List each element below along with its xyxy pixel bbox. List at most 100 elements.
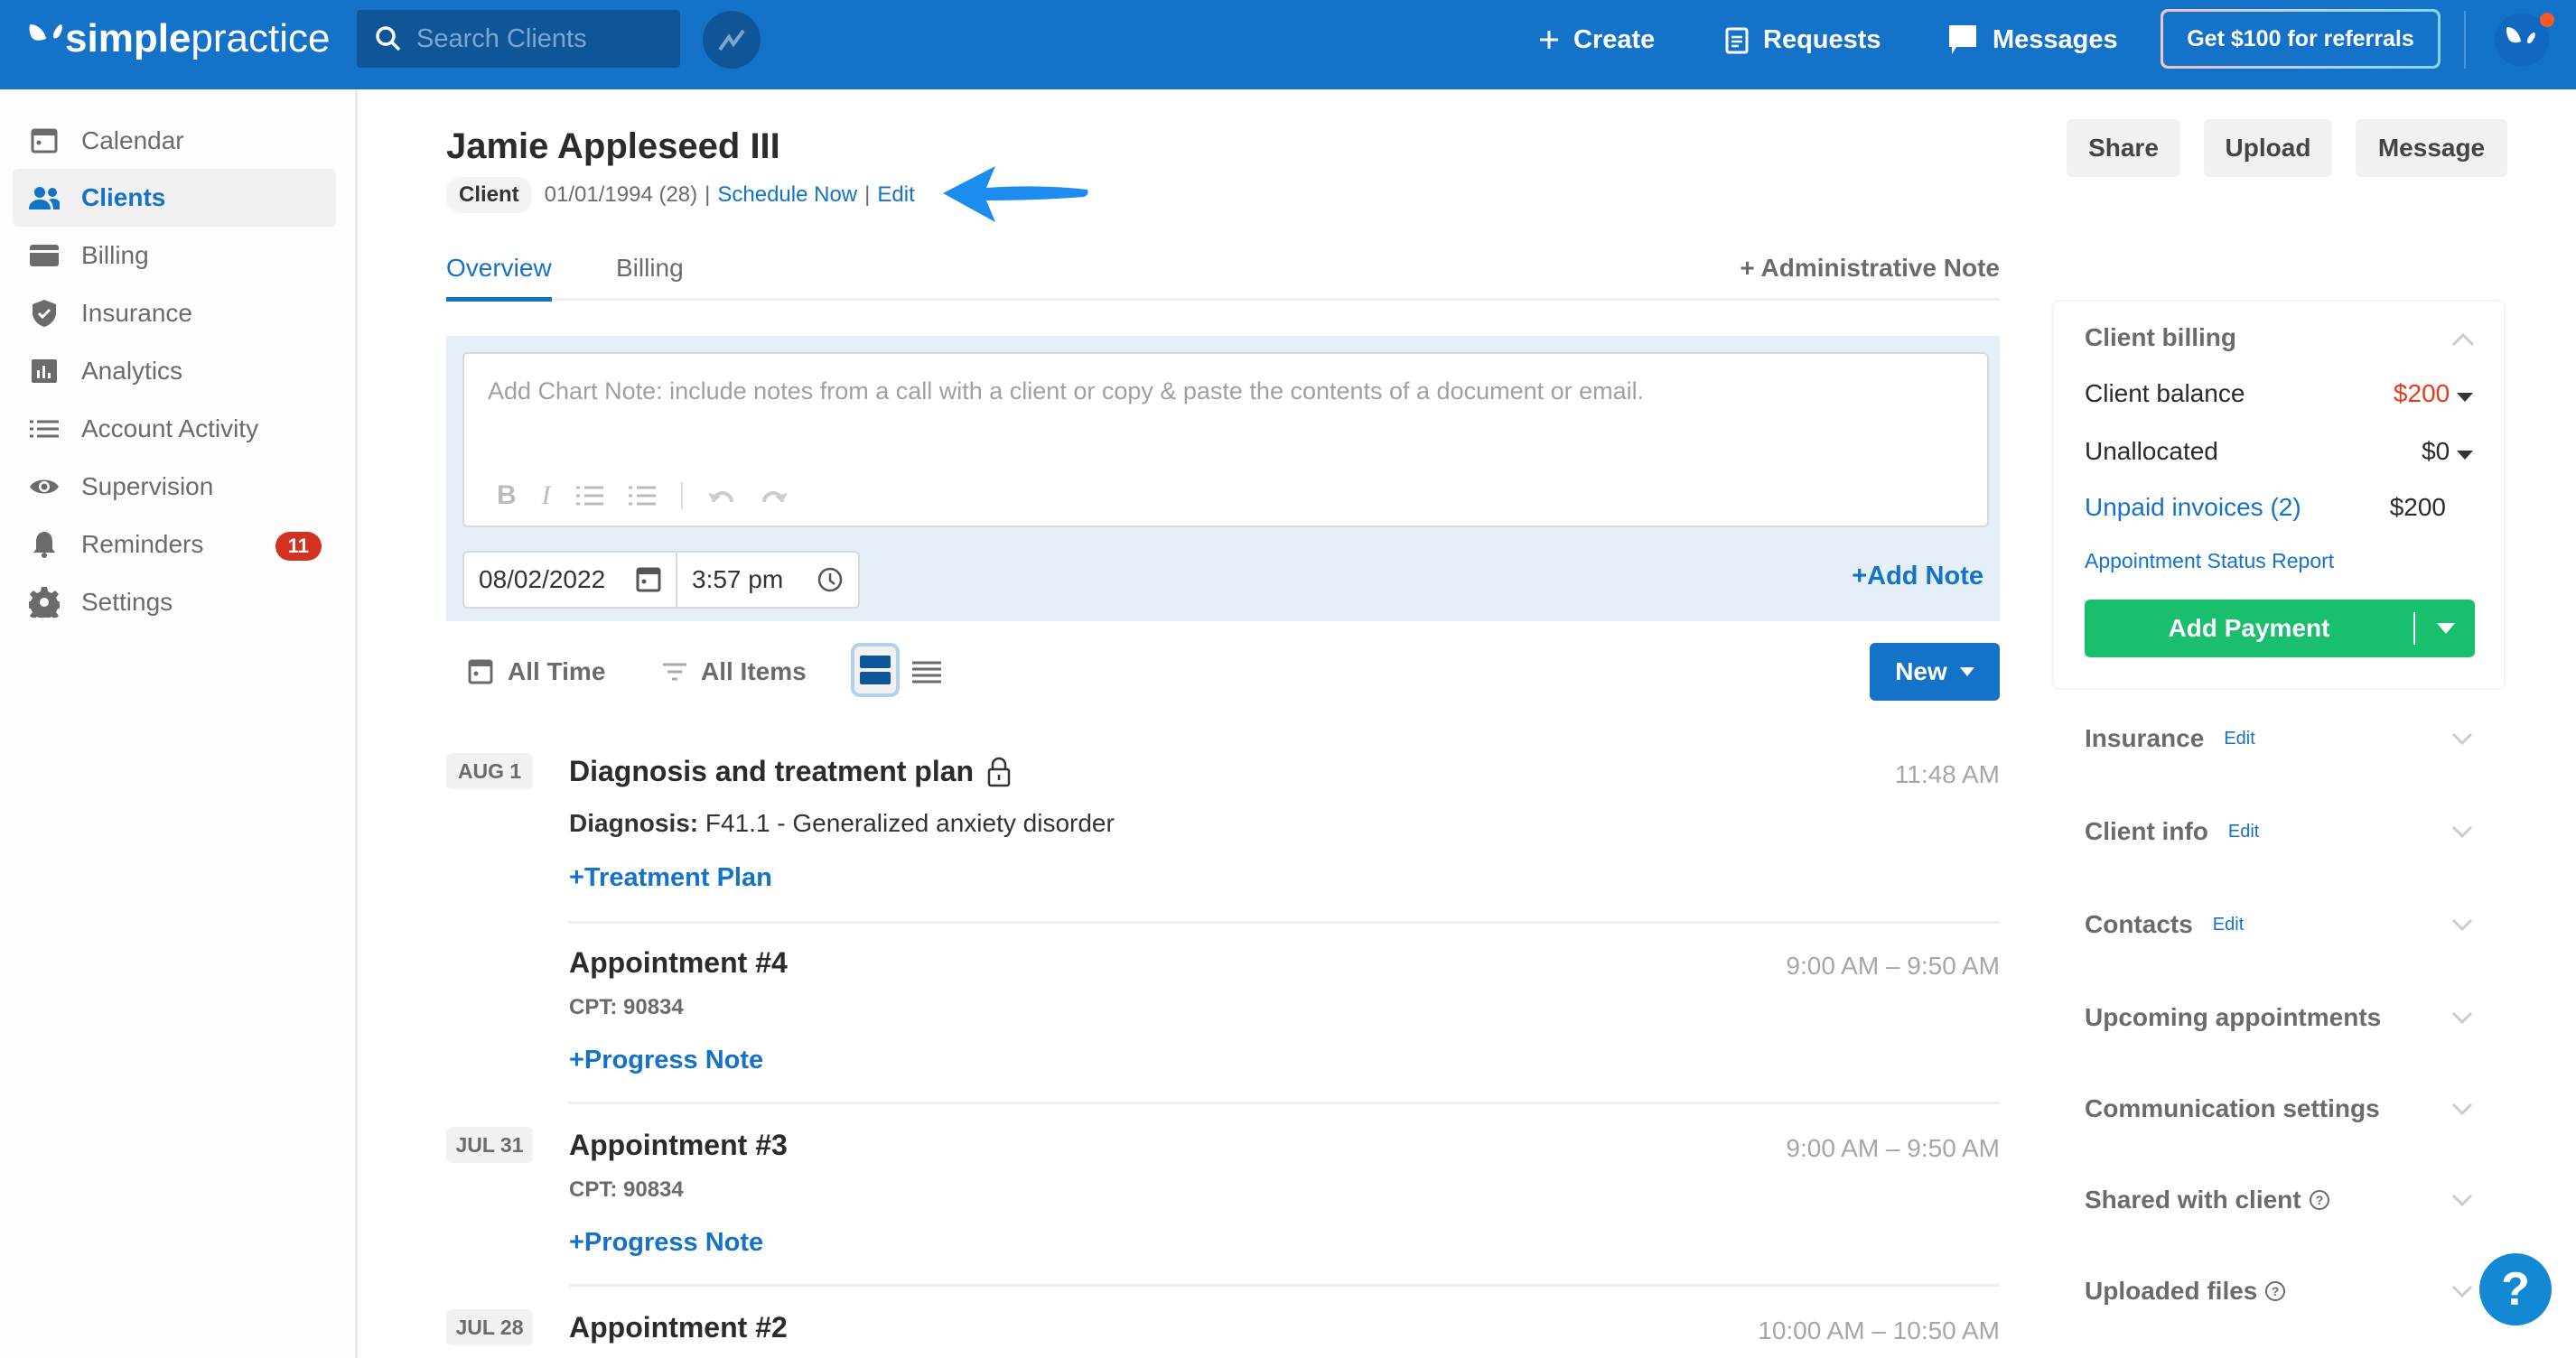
caret-down-icon[interactable] <box>2437 623 2455 634</box>
card-view-toggle[interactable] <box>851 643 900 697</box>
tab-overview[interactable]: Overview <box>446 254 552 302</box>
client-dob-age: 01/01/1994 (28) <box>544 182 698 207</box>
add-payment-button[interactable]: Add Payment <box>2085 600 2475 657</box>
item-title[interactable]: Appointment #3 <box>569 1129 788 1162</box>
sidebar-item-reminders[interactable]: Reminders 11 <box>13 516 336 573</box>
sidebar-item-label: Billing <box>81 241 149 269</box>
undo-icon[interactable] <box>707 486 735 506</box>
upcoming-appointments-section[interactable]: Upcoming appointments <box>2085 1003 2473 1032</box>
item-time: 9:00 AM – 9:50 AM <box>1786 1134 2000 1162</box>
item-cpt: CPT: 90834 <box>569 1177 684 1202</box>
note-datetime-group: 08/02/2022 3:57 pm <box>462 551 860 609</box>
chevron-down-icon[interactable] <box>2451 1285 2473 1298</box>
uploaded-files-section[interactable]: Uploaded files? <box>2085 1277 2473 1306</box>
upload-button[interactable]: Upload <box>2204 119 2332 177</box>
add-administrative-note-button[interactable]: + Administrative Note <box>1740 254 2000 283</box>
communication-settings-section[interactable]: Communication settings <box>2085 1094 2473 1123</box>
sidebar-item-label: Clients <box>81 183 166 211</box>
sidebar-item-settings[interactable]: Settings <box>13 573 336 631</box>
time-filter-dropdown[interactable]: All Time <box>468 657 605 686</box>
redo-icon[interactable] <box>761 486 788 506</box>
chevron-down-icon[interactable] <box>2451 1102 2473 1115</box>
messages-button[interactable]: Messages <box>1947 0 2118 79</box>
plus-icon <box>1540 31 1558 49</box>
divider <box>569 1102 2000 1104</box>
unallocated-dropdown[interactable]: $0 <box>2422 437 2473 466</box>
bullet-list-icon[interactable] <box>575 485 603 507</box>
search-clients-input[interactable]: Search Clients <box>357 10 680 68</box>
add-progress-note-link[interactable]: +Progress Note <box>569 1046 763 1075</box>
create-label: Create <box>1573 24 1656 54</box>
toolbar-divider <box>680 482 683 509</box>
bold-button[interactable]: B <box>497 480 517 511</box>
sidebar-item-supervision[interactable]: Supervision <box>13 458 336 516</box>
edit-insurance-link[interactable]: Edit <box>2224 729 2254 749</box>
add-treatment-plan-link[interactable]: +Treatment Plan <box>569 863 772 893</box>
chevron-down-icon[interactable] <box>2451 1194 2473 1206</box>
schedule-now-link[interactable]: Schedule Now <box>717 182 857 208</box>
split-divider <box>2413 612 2415 645</box>
create-button[interactable]: Create <box>1539 0 1655 79</box>
new-item-button[interactable]: New <box>1870 643 2000 701</box>
client-info-section[interactable]: Client info Edit <box>2085 817 2473 846</box>
clipboard-icon <box>1725 27 1749 54</box>
edit-client-info-link[interactable]: Edit <box>2228 822 2259 842</box>
card-view-icon <box>860 672 891 684</box>
new-button-label: New <box>1895 657 1947 685</box>
share-button[interactable]: Share <box>2067 119 2180 177</box>
appointment-status-report-link[interactable]: Appointment Status Report <box>2085 549 2473 573</box>
client-tabs: Overview Billing + Administrative Note <box>446 248 2000 302</box>
trend-button[interactable] <box>703 11 761 69</box>
logo-text-bold: simple <box>65 16 191 60</box>
sidebar-item-clients[interactable]: Clients <box>13 169 336 227</box>
sidebar-item-account-activity[interactable]: Account Activity <box>13 400 336 458</box>
shared-with-client-section[interactable]: Shared with client? <box>2085 1186 2473 1214</box>
chevron-down-icon[interactable] <box>2451 918 2473 931</box>
numbered-list-icon[interactable] <box>628 485 656 507</box>
add-note-button[interactable]: +Add Note <box>1852 562 1983 591</box>
contacts-section[interactable]: Contacts Edit <box>2085 910 2473 939</box>
item-title[interactable]: Appointment #4 <box>569 946 788 980</box>
help-circle-icon[interactable]: ? <box>2309 1189 2330 1211</box>
chart-note-editor[interactable]: Add Chart Note: include notes from a cal… <box>462 352 1989 527</box>
message-button[interactable]: Message <box>2356 119 2507 177</box>
item-title[interactable]: Appointment #2 <box>569 1311 788 1344</box>
requests-button[interactable]: Requests <box>1725 0 1881 79</box>
sidebar-item-analytics[interactable]: Analytics <box>13 342 336 400</box>
add-progress-note-link[interactable]: +Progress Note <box>569 1228 763 1258</box>
clock-icon <box>817 567 843 592</box>
caret-down-icon <box>2457 451 2473 460</box>
chat-bubble-icon <box>1949 25 1976 54</box>
edit-client-link[interactable]: Edit <box>877 182 914 208</box>
note-time-input[interactable]: 3:57 pm <box>677 553 858 607</box>
sidebar-item-calendar[interactable]: Calendar <box>13 112 336 170</box>
referral-label: Get $100 for referrals <box>2163 12 2438 66</box>
note-date-input[interactable]: 08/02/2022 <box>464 553 677 607</box>
simplepractice-logo[interactable]: simple practice <box>27 16 330 61</box>
chevron-up-icon[interactable] <box>2451 332 2475 347</box>
chevron-down-icon[interactable] <box>2451 1011 2473 1024</box>
divider <box>569 1284 2000 1287</box>
unpaid-invoices-value: $200 <box>2389 493 2446 521</box>
list-view-icon[interactable] <box>912 661 941 684</box>
tab-billing[interactable]: Billing <box>616 254 684 283</box>
insurance-section[interactable]: Insurance Edit <box>2085 724 2473 753</box>
sidebar-item-billing[interactable]: Billing <box>13 227 336 284</box>
chevron-down-icon[interactable] <box>2451 825 2473 838</box>
help-button[interactable]: ? <box>2479 1253 2552 1325</box>
items-filter-dropdown[interactable]: All Items <box>663 657 807 686</box>
sidebar-item-insurance[interactable]: Insurance <box>13 284 336 342</box>
section-title: Shared with client <box>2085 1186 2301 1214</box>
user-avatar[interactable] <box>2495 13 2554 67</box>
trend-line-icon <box>718 29 745 51</box>
chevron-down-icon[interactable] <box>2451 732 2473 745</box>
unpaid-invoices-link[interactable]: Unpaid invoices (2) <box>2085 493 2301 522</box>
help-circle-icon[interactable]: ? <box>2264 1280 2286 1302</box>
note-date-value: 08/02/2022 <box>479 565 606 593</box>
reminders-count-badge: 11 <box>275 532 322 561</box>
referral-button[interactable]: Get $100 for referrals <box>2161 9 2441 69</box>
client-balance-dropdown[interactable]: $200 <box>2394 379 2473 408</box>
item-title[interactable]: Diagnosis and treatment plan <box>569 755 1012 788</box>
edit-contacts-link[interactable]: Edit <box>2213 915 2244 935</box>
italic-button[interactable]: I <box>542 480 551 511</box>
